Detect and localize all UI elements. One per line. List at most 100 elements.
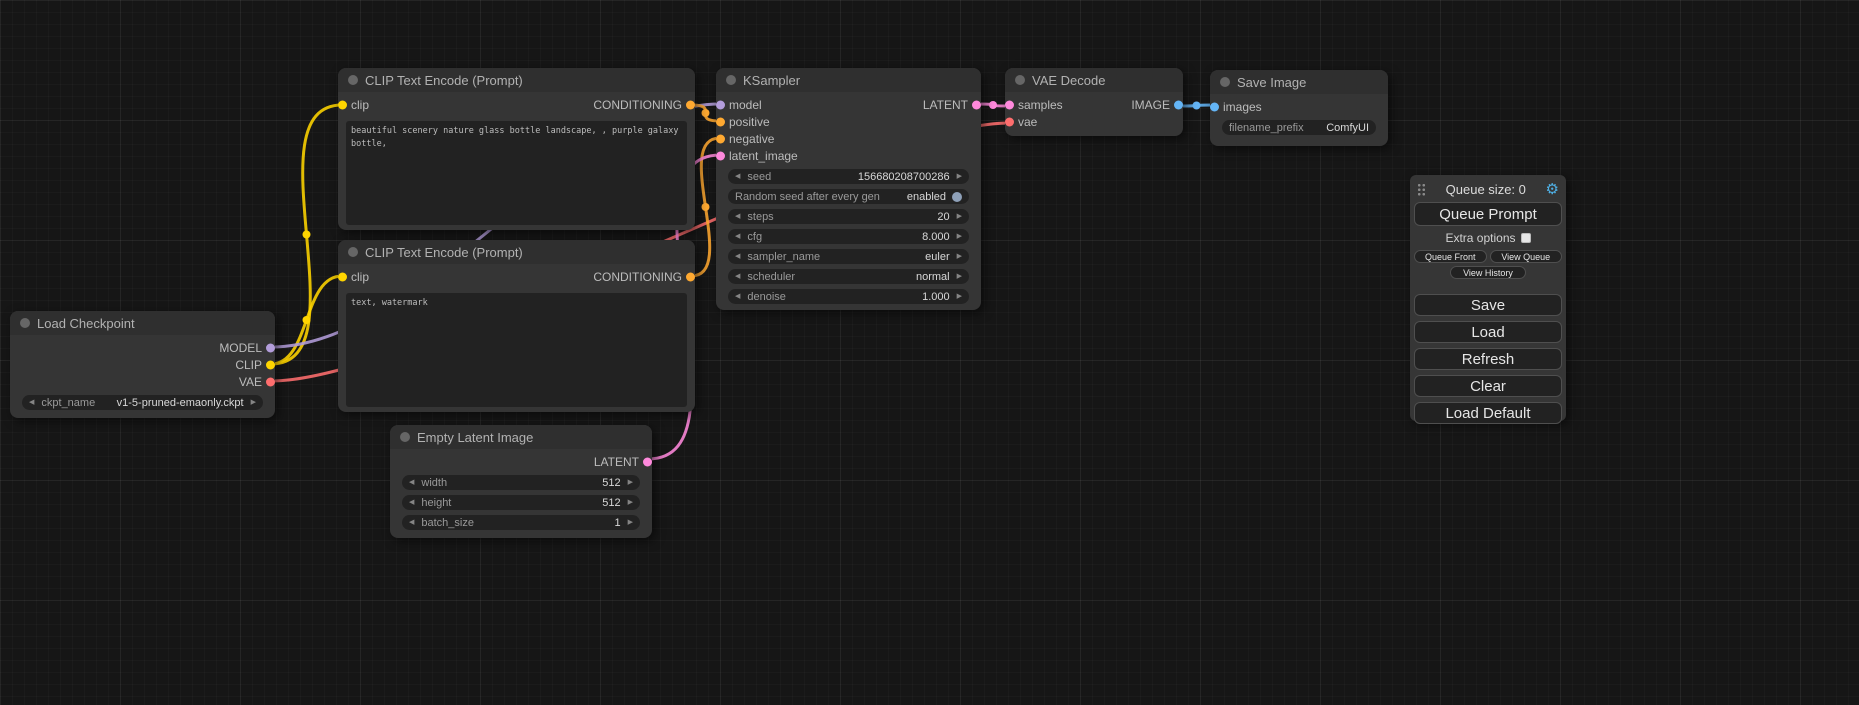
decrement-arrow-icon[interactable]: ◀ [735,293,740,300]
input-dot-vae[interactable] [1005,117,1014,126]
ckpt-name-widget[interactable]: ◀ ckpt_name v1-5-pruned-emaonly.ckpt ▶ [22,395,263,410]
widget-value: enabled [907,191,946,203]
queue-size-label: Queue size: 0 [1426,182,1546,197]
queue-prompt-button[interactable]: Queue Prompt [1414,202,1562,226]
decrement-arrow-icon[interactable]: ◀ [735,173,740,180]
collapse-dot-icon[interactable] [1015,75,1025,85]
batch-size-widget[interactable]: ◀ batch_size 1 ▶ [402,515,640,530]
node-ksampler[interactable]: KSampler model LATENT positive negative … [716,68,981,310]
input-label-negative: negative [729,132,774,146]
refresh-button[interactable]: Refresh [1414,348,1562,370]
decrement-arrow-icon[interactable]: ◀ [409,499,414,506]
save-button[interactable]: Save [1414,294,1562,316]
queue-front-button[interactable]: Queue Front [1414,250,1487,263]
node-empty-latent-image[interactable]: Empty Latent Image LATENT ◀ width 512 ▶ … [390,425,652,538]
decrement-arrow-icon[interactable]: ◀ [29,399,34,406]
decrement-arrow-icon[interactable]: ◀ [409,479,414,486]
decrement-arrow-icon[interactable]: ◀ [409,519,414,526]
increment-arrow-icon[interactable]: ▶ [957,213,962,220]
collapse-dot-icon[interactable] [1220,77,1230,87]
output-dot-conditioning[interactable] [686,272,695,281]
slot-row: clip CONDITIONING [338,268,695,285]
input-dot-clip[interactable] [338,100,347,109]
slot-row: positive [716,113,981,130]
menu-header: Queue size: 0 ⚙ [1414,179,1562,199]
node-clip-text-encode-negative[interactable]: CLIP Text Encode (Prompt) clip CONDITION… [338,240,695,412]
output-dot-latent[interactable] [643,457,652,466]
load-button[interactable]: Load [1414,321,1562,343]
node-title-bar[interactable]: Load Checkpoint [10,311,275,335]
widget-value: euler [925,251,949,263]
output-dot-latent[interactable] [972,100,981,109]
steps-widget[interactable]: ◀ steps 20 ▶ [728,209,969,224]
node-title-bar[interactable]: VAE Decode [1005,68,1183,92]
scheduler-widget[interactable]: ◀ scheduler normal ▶ [728,269,969,284]
random-seed-toggle-widget[interactable]: Random seed after every gen enabled [728,189,969,204]
view-history-button[interactable]: View History [1450,266,1526,279]
increment-arrow-icon[interactable]: ▶ [957,273,962,280]
collapse-dot-icon[interactable] [348,75,358,85]
settings-gear-icon[interactable]: ⚙ [1546,182,1559,197]
node-title-bar[interactable]: CLIP Text Encode (Prompt) [338,68,695,92]
increment-arrow-icon[interactable]: ▶ [957,233,962,240]
width-widget[interactable]: ◀ width 512 ▶ [402,475,640,490]
input-dot-images[interactable] [1210,102,1219,111]
output-dot-conditioning[interactable] [686,100,695,109]
node-title: Empty Latent Image [417,430,533,445]
slot-row: vae [1005,113,1183,130]
output-dot-image[interactable] [1174,100,1183,109]
toggle-ball-icon[interactable] [952,192,962,202]
input-dot-positive[interactable] [716,117,725,126]
increment-arrow-icon[interactable]: ▶ [957,293,962,300]
filename-prefix-widget[interactable]: filename_prefix ComfyUI [1222,120,1376,135]
node-title-bar[interactable]: KSampler [716,68,981,92]
slot-row: VAE [10,373,275,390]
node-title: VAE Decode [1032,73,1105,88]
node-load-checkpoint[interactable]: Load Checkpoint MODEL CLIP VAE ◀ ckpt_na… [10,311,275,418]
input-dot-samples[interactable] [1005,100,1014,109]
collapse-dot-icon[interactable] [20,318,30,328]
increment-arrow-icon[interactable]: ▶ [251,399,256,406]
collapse-dot-icon[interactable] [348,247,358,257]
decrement-arrow-icon[interactable]: ◀ [735,213,740,220]
increment-arrow-icon[interactable]: ▶ [628,519,633,526]
drag-handle-icon[interactable] [1417,183,1426,196]
seed-widget[interactable]: ◀ seed 156680208700286 ▶ [728,169,969,184]
node-vae-decode[interactable]: VAE Decode samples IMAGE vae [1005,68,1183,136]
cfg-widget[interactable]: ◀ cfg 8.000 ▶ [728,229,969,244]
node-title-bar[interactable]: Save Image [1210,70,1388,94]
output-dot-model[interactable] [266,343,275,352]
load-default-button[interactable]: Load Default [1414,402,1562,424]
wire-midpoint-dot [702,203,710,211]
node-graph-canvas[interactable]: Load Checkpoint MODEL CLIP VAE ◀ ckpt_na… [0,0,1859,705]
height-widget[interactable]: ◀ height 512 ▶ [402,495,640,510]
output-dot-vae[interactable] [266,377,275,386]
node-save-image[interactable]: Save Image images filename_prefix ComfyU… [1210,70,1388,146]
increment-arrow-icon[interactable]: ▶ [628,479,633,486]
node-title-bar[interactable]: CLIP Text Encode (Prompt) [338,240,695,264]
node-clip-text-encode-positive[interactable]: CLIP Text Encode (Prompt) clip CONDITION… [338,68,695,230]
prompt-textarea[interactable]: beautiful scenery nature glass bottle la… [346,121,687,225]
input-dot-clip[interactable] [338,272,347,281]
input-dot-negative[interactable] [716,134,725,143]
collapse-dot-icon[interactable] [726,75,736,85]
denoise-widget[interactable]: ◀ denoise 1.000 ▶ [728,289,969,304]
input-dot-model[interactable] [716,100,725,109]
prompt-textarea[interactable]: text, watermark [346,293,687,407]
output-label-model: MODEL [219,341,262,355]
collapse-dot-icon[interactable] [400,432,410,442]
decrement-arrow-icon[interactable]: ◀ [735,253,740,260]
increment-arrow-icon[interactable]: ▶ [957,173,962,180]
increment-arrow-icon[interactable]: ▶ [957,253,962,260]
clear-button[interactable]: Clear [1414,375,1562,397]
decrement-arrow-icon[interactable]: ◀ [735,233,740,240]
sampler-name-widget[interactable]: ◀ sampler_name euler ▶ [728,249,969,264]
view-queue-button[interactable]: View Queue [1490,250,1563,263]
extra-options-checkbox[interactable] [1521,233,1531,243]
slot-row: LATENT [390,453,652,470]
node-title-bar[interactable]: Empty Latent Image [390,425,652,449]
input-dot-latent-image[interactable] [716,151,725,160]
increment-arrow-icon[interactable]: ▶ [628,499,633,506]
decrement-arrow-icon[interactable]: ◀ [735,273,740,280]
output-dot-clip[interactable] [266,360,275,369]
